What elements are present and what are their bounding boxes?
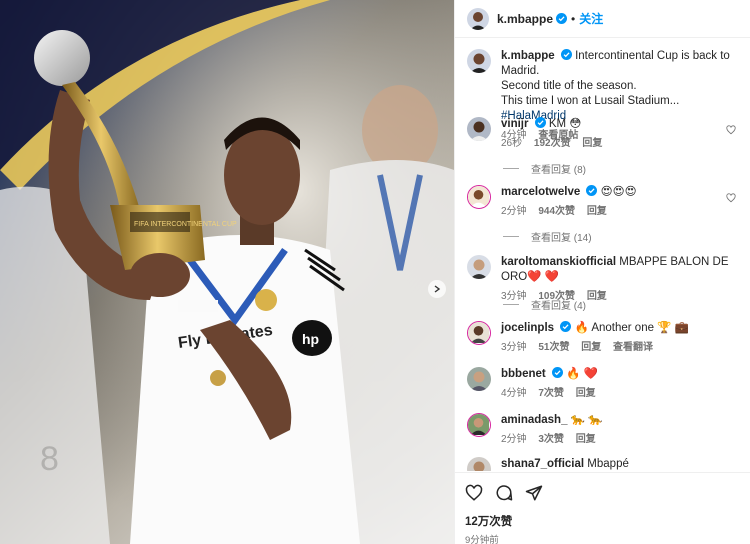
- view-replies-button[interactable]: 查看回复 (8): [503, 161, 586, 176]
- post-photo[interactable]: 8 hp Fly Emirates: [0, 0, 454, 544]
- comment-item: vinijr KM 😳 26秒 192次赞 回复: [467, 117, 740, 151]
- comment-text: 🔥 ❤️: [566, 368, 598, 380]
- comment-time: 2分钟: [501, 206, 527, 217]
- verified-badge-icon: [556, 13, 568, 24]
- like-comment-heart-icon[interactable]: [726, 125, 736, 135]
- comment-text: 😍😍😍: [600, 186, 637, 198]
- like-comment-heart-icon[interactable]: [726, 193, 736, 203]
- commenter-avatar[interactable]: [467, 457, 491, 471]
- sponsor-logo: hp: [302, 331, 319, 347]
- like-heart-icon[interactable]: [465, 484, 483, 502]
- comment-text: 🐆 🐆: [570, 414, 603, 426]
- comment-text: KM 😳: [548, 118, 582, 130]
- reply-button[interactable]: 回复: [587, 291, 607, 302]
- comment-bubble-icon[interactable]: [495, 484, 513, 502]
- commenter-username[interactable]: jocelinpls: [501, 322, 554, 334]
- view-replies-button[interactable]: 查看回复 (4): [503, 297, 586, 312]
- commenter-avatar[interactable]: [467, 367, 491, 391]
- verified-badge-icon: [586, 185, 598, 196]
- post-footer: 12万次赞 9分钟前: [455, 472, 750, 544]
- caption-line-2: Second title of the season.: [501, 80, 637, 92]
- verified-badge-icon: [560, 321, 572, 332]
- reply-button[interactable]: 回复: [581, 342, 601, 353]
- comment-time: 4分钟: [501, 388, 527, 399]
- commenter-avatar[interactable]: [467, 255, 491, 279]
- comment-time: 26秒: [501, 138, 523, 149]
- verified-badge-icon: [534, 117, 546, 128]
- comment-item: bbbenet 🔥 ❤️ 4分钟 7次赞 回复: [467, 367, 740, 401]
- post-side-panel: k.mbappe • 关注 k.mbappe Intercontinental …: [454, 0, 750, 544]
- author-username[interactable]: k.mbappe: [497, 12, 553, 26]
- comment-likes[interactable]: 3次赞: [538, 434, 564, 445]
- follow-button[interactable]: 关注: [579, 10, 603, 27]
- verified-badge-icon: [551, 367, 563, 378]
- commenter-username[interactable]: marcelotwelve: [501, 186, 580, 198]
- chevron-right-icon: [434, 285, 441, 293]
- comment-item: marcelotwelve 😍😍😍 2分钟 944次赞 回复: [467, 185, 740, 219]
- see-translation-link[interactable]: 查看翻译: [613, 342, 653, 353]
- photo-illustration: 8 hp Fly Emirates: [0, 0, 454, 544]
- comment-likes[interactable]: 944次赞: [538, 206, 575, 217]
- post-header: k.mbappe • 关注: [455, 0, 750, 38]
- verified-badge-icon: [560, 49, 572, 60]
- posted-ago: 9分钟前: [465, 535, 499, 544]
- comment-time: 3分钟: [501, 342, 527, 353]
- reply-button[interactable]: 回复: [582, 138, 602, 149]
- commenter-username[interactable]: shana7_official: [501, 458, 584, 470]
- comment-time: 2分钟: [501, 434, 527, 445]
- commenter-avatar[interactable]: [467, 321, 491, 345]
- share-send-icon[interactable]: [525, 484, 543, 502]
- comment-text: Mbappé: [587, 458, 629, 470]
- svg-text:8: 8: [40, 440, 59, 478]
- comment-likes[interactable]: 7次赞: [538, 388, 564, 399]
- commenter-username[interactable]: bbbenet: [501, 368, 546, 380]
- trophy-text: FIFA INTERCONTINENTAL CUP: [134, 221, 237, 228]
- commenter-username[interactable]: karoltomanskiofficial: [501, 256, 616, 268]
- author-avatar[interactable]: [467, 7, 489, 30]
- reply-button[interactable]: 回复: [576, 388, 596, 399]
- commenter-avatar[interactable]: [467, 117, 491, 141]
- caption-avatar[interactable]: [467, 49, 491, 73]
- likes-count[interactable]: 12万次赞: [465, 513, 740, 529]
- reply-button[interactable]: 回复: [576, 434, 596, 445]
- commenter-avatar[interactable]: [467, 413, 491, 437]
- commenter-username[interactable]: aminadash_: [501, 414, 567, 426]
- view-replies-button[interactable]: 查看回复 (14): [503, 229, 592, 244]
- comment-likes[interactable]: 192次赞: [534, 138, 571, 149]
- comment-item: aminadash_ 🐆 🐆 2分钟 3次赞 回复: [467, 413, 740, 447]
- caption-username[interactable]: k.mbappe: [501, 50, 555, 62]
- commenter-avatar[interactable]: [467, 185, 491, 209]
- reply-button[interactable]: 回复: [587, 206, 607, 217]
- commenter-username[interactable]: vinijr: [501, 118, 528, 130]
- comments-scroll[interactable]: k.mbappe Intercontinental Cup is back to…: [455, 39, 750, 471]
- comment-likes[interactable]: 51次赞: [538, 342, 569, 353]
- comment-text: 🔥 Another one 🏆 💼: [574, 322, 690, 334]
- comment-item: jocelinpls 🔥 Another one 🏆 💼 3分钟 51次赞 回复…: [467, 321, 740, 355]
- comment-item: shana7_official Mbappé: [467, 457, 740, 471]
- separator-dot: •: [571, 11, 576, 26]
- carousel-next-button[interactable]: [428, 280, 446, 298]
- caption-line-3: This time I won at Lusail Stadium...: [501, 95, 680, 107]
